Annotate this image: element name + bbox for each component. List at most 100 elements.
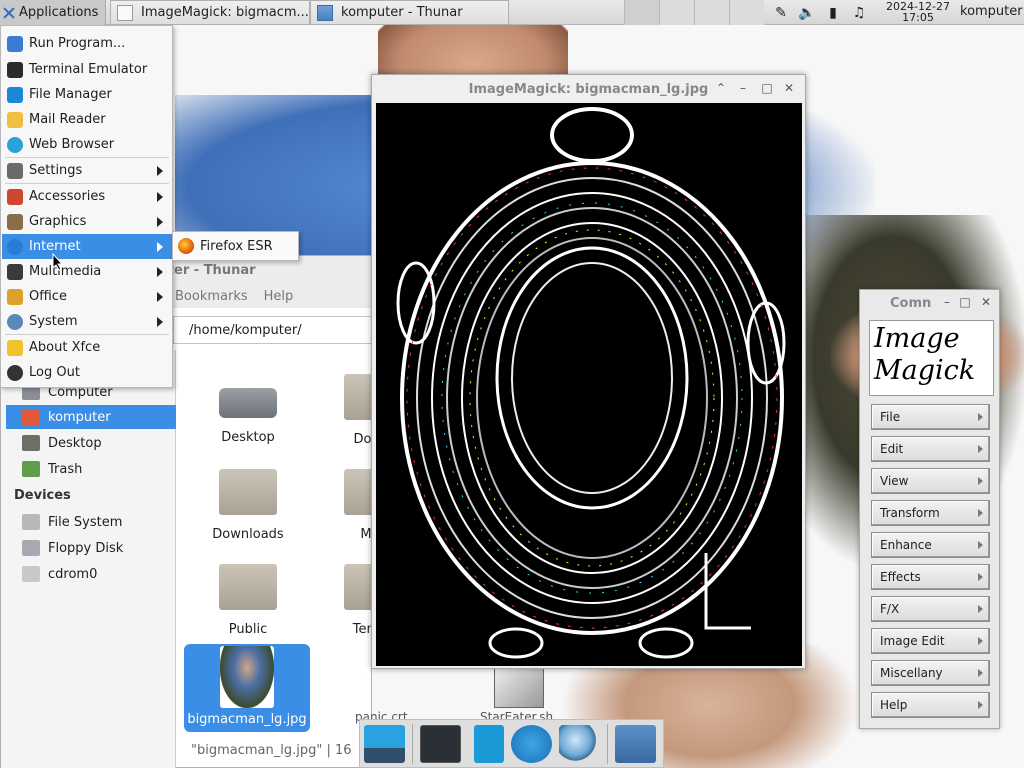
command-fx-button[interactable]: F/X bbox=[871, 596, 990, 622]
command-edit-button[interactable]: Edit bbox=[871, 436, 990, 462]
sidebar-item-label: Trash bbox=[48, 461, 83, 477]
user-menu[interactable]: komputer bbox=[960, 4, 1023, 19]
maximize-icon[interactable]: □ bbox=[958, 295, 972, 309]
workspace-1[interactable] bbox=[624, 0, 659, 25]
workspace-pager[interactable] bbox=[624, 0, 764, 25]
menu-item-multimedia[interactable]: Multimedia bbox=[2, 259, 172, 284]
terminal-icon bbox=[7, 61, 23, 78]
command-button-label: File bbox=[880, 410, 901, 424]
menu-item-label: Office bbox=[29, 289, 67, 304]
file-item-desktop[interactable]: Desktop bbox=[185, 366, 311, 456]
close-icon[interactable]: ✕ bbox=[782, 81, 796, 95]
menu-item-file-manager[interactable]: File Manager bbox=[2, 82, 172, 107]
desktop-icon bbox=[22, 435, 40, 451]
sidebar-item-label: File System bbox=[48, 514, 123, 530]
notifications-bell-icon[interactable]: ♫ bbox=[850, 4, 868, 22]
menu-item-firefox[interactable]: Firefox ESR bbox=[200, 239, 273, 254]
file-item-bigmacman[interactable]: bigmacman_lg.jpg bbox=[184, 644, 310, 732]
menu-item-accessories[interactable]: Accessories bbox=[2, 184, 172, 209]
menu-item-about-xfce[interactable]: About Xfce bbox=[2, 335, 172, 360]
edge-detected-image bbox=[376, 103, 802, 666]
menu-item-internet[interactable]: Internet bbox=[2, 234, 172, 259]
clock[interactable]: 2024-12-27 17:05 bbox=[880, 1, 956, 23]
volume-icon[interactable]: 🔈 bbox=[798, 4, 816, 22]
command-miscellany-button[interactable]: Miscellany bbox=[871, 660, 990, 686]
submenu-arrow-icon bbox=[978, 701, 983, 709]
file-item-documents[interactable]: Doc bbox=[339, 366, 373, 456]
imagemagick-task-icon bbox=[117, 4, 133, 21]
run-icon bbox=[7, 35, 23, 52]
task-imagemagick[interactable]: ImageMagick: bigmacm... bbox=[110, 0, 310, 25]
menu-item-office[interactable]: Office bbox=[2, 284, 172, 309]
menu-bookmarks[interactable]: Bookmarks bbox=[175, 289, 248, 304]
star-icon bbox=[7, 339, 23, 356]
sidebar-item-home[interactable]: komputer bbox=[6, 405, 176, 429]
desktop-folder-icon bbox=[219, 388, 277, 418]
menu-item-settings[interactable]: Settings bbox=[2, 158, 172, 183]
sidebar-item-trash[interactable]: Trash bbox=[6, 457, 176, 481]
script-file-icon[interactable] bbox=[494, 666, 544, 708]
battery-icon[interactable]: ▮ bbox=[824, 4, 842, 22]
file-label: Downloads bbox=[212, 527, 284, 542]
collapse-icon[interactable]: ⌃ bbox=[714, 81, 728, 95]
file-item-public[interactable]: Public bbox=[185, 556, 311, 646]
workspace-2[interactable] bbox=[659, 0, 694, 25]
command-button-label: Miscellany bbox=[880, 666, 943, 680]
maximize-icon[interactable]: □ bbox=[760, 81, 774, 95]
file-item-templates[interactable]: Tem bbox=[339, 556, 373, 646]
menu-item-terminal[interactable]: Terminal Emulator bbox=[2, 57, 172, 82]
location-bar[interactable]: /home/komputer/ bbox=[173, 316, 373, 344]
logo-line-2: Magick bbox=[874, 355, 976, 386]
logout-icon bbox=[7, 364, 23, 381]
menu-item-web-browser[interactable]: Web Browser bbox=[2, 132, 172, 157]
workspace-4[interactable] bbox=[729, 0, 764, 25]
menu-item-label: Terminal Emulator bbox=[29, 62, 148, 77]
sidebar-item-cdrom[interactable]: cdrom0 bbox=[6, 562, 176, 586]
terminal-icon[interactable] bbox=[420, 724, 462, 763]
file-label: bigmacman_lg.jpg bbox=[187, 712, 307, 727]
menu-item-log-out[interactable]: Log Out bbox=[2, 360, 172, 385]
workspace-3[interactable] bbox=[694, 0, 729, 25]
menu-item-label: System bbox=[29, 314, 78, 329]
command-help-button[interactable]: Help bbox=[871, 692, 990, 718]
command-transform-button[interactable]: Transform bbox=[871, 500, 990, 526]
submenu-arrow-icon bbox=[978, 573, 983, 581]
menu-item-graphics[interactable]: Graphics bbox=[2, 209, 172, 234]
submenu-arrow-icon bbox=[157, 267, 163, 277]
command-effects-button[interactable]: Effects bbox=[871, 564, 990, 590]
menu-item-run-program[interactable]: Run Program... bbox=[2, 31, 172, 56]
submenu-arrow-icon bbox=[978, 445, 983, 453]
menu-help[interactable]: Help bbox=[264, 289, 294, 304]
command-image-edit-button[interactable]: Image Edit bbox=[871, 628, 990, 654]
imagemagick-logo: Image Magick bbox=[869, 320, 994, 396]
imagemagick-command-window: Comn – □ ✕ Image Magick File Edit View T… bbox=[859, 289, 1000, 729]
sidebar-item-floppy[interactable]: Floppy Disk bbox=[6, 536, 176, 560]
image-canvas[interactable] bbox=[376, 103, 802, 666]
command-file-button[interactable]: File bbox=[871, 404, 990, 430]
task-thunar[interactable]: komputer - Thunar bbox=[310, 0, 509, 25]
show-desktop-icon[interactable] bbox=[364, 724, 406, 763]
close-icon[interactable]: ✕ bbox=[979, 295, 993, 309]
settings-icon bbox=[7, 162, 23, 179]
minimize-icon[interactable]: – bbox=[736, 81, 750, 95]
command-button-label: Enhance bbox=[880, 538, 932, 552]
command-view-button[interactable]: View bbox=[871, 468, 990, 494]
sidebar-item-desktop[interactable]: Desktop bbox=[6, 431, 176, 455]
sidebar-item-filesystem[interactable]: File System bbox=[6, 510, 176, 534]
file-item-music[interactable]: M bbox=[339, 461, 373, 551]
network-icon[interactable]: ✎ bbox=[772, 4, 790, 22]
command-enhance-button[interactable]: Enhance bbox=[871, 532, 990, 558]
menu-item-mail-reader[interactable]: Mail Reader bbox=[2, 107, 172, 132]
command-button-label: Help bbox=[880, 698, 908, 712]
applications-menu-button[interactable]: Applications bbox=[0, 0, 106, 25]
menu-item-system[interactable]: System bbox=[2, 309, 172, 334]
file-item-downloads[interactable]: Downloads bbox=[185, 461, 311, 551]
folder-icon[interactable] bbox=[614, 724, 657, 763]
bottom-dock bbox=[359, 719, 664, 768]
file-manager-icon[interactable] bbox=[474, 724, 504, 763]
trash-icon bbox=[22, 461, 40, 477]
search-icon[interactable] bbox=[558, 724, 600, 763]
web-browser-icon[interactable] bbox=[510, 724, 552, 763]
minimize-icon[interactable]: – bbox=[940, 295, 954, 309]
applications-label: Applications bbox=[19, 5, 99, 20]
